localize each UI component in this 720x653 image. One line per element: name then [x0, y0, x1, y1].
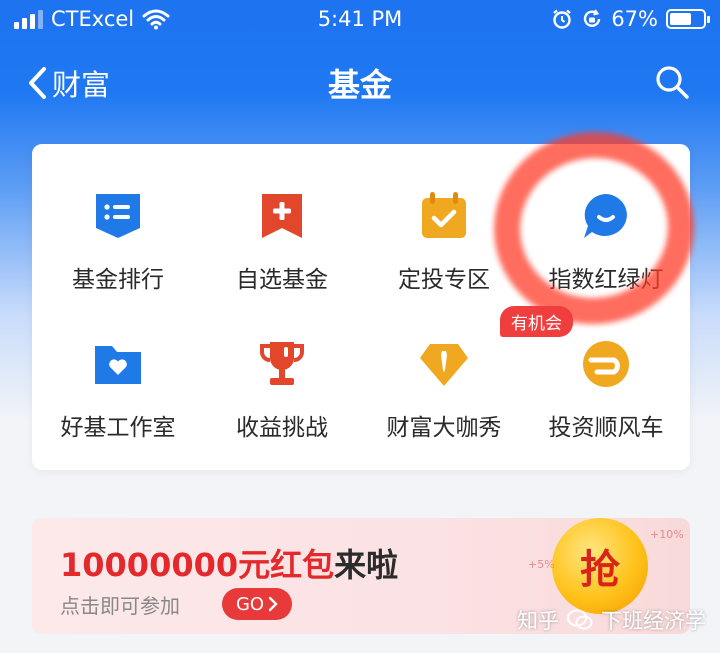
grid-item-label: 基金排行 — [72, 267, 164, 293]
coin-label: 抢 — [580, 547, 620, 593]
search-icon[interactable] — [654, 64, 690, 100]
grid-item-label: 自选基金 — [236, 267, 328, 293]
grid-item-label: 指数红绿灯 — [548, 267, 664, 293]
grid-item-watchlist[interactable]: 自选基金 — [200, 144, 364, 294]
battery-icon — [666, 9, 710, 29]
calendar-check-icon — [422, 192, 466, 238]
diamond-tie-icon — [420, 344, 468, 386]
battery-level — [670, 13, 692, 25]
rotation-lock-icon — [584, 9, 601, 27]
grid-item-index-traffic-light[interactable]: 指数红绿灯 — [524, 144, 688, 294]
folder-heart-icon — [95, 346, 141, 384]
watermark-site: 知乎 — [517, 609, 559, 633]
alarm-icon — [553, 9, 572, 29]
battery-percent: 67% — [611, 7, 658, 31]
banner-title-suffix: 来啦 — [334, 546, 399, 584]
wechat-icon — [567, 609, 593, 630]
banner-title-amount: 10000000元红包 — [60, 546, 335, 584]
go-button[interactable]: GO — [222, 588, 292, 620]
grid-item-label: 财富大咖秀 — [386, 415, 502, 441]
ranking-list-icon — [96, 194, 140, 238]
opportunity-badge: 有机会 — [500, 306, 573, 337]
trophy-icon — [260, 342, 304, 385]
grab-coin-icon[interactable]: 抢 — [552, 518, 648, 614]
status-right-group: 67% — [551, 7, 710, 31]
status-bar: CTExcel 5:41 PM 67% — [0, 0, 720, 40]
grid-item-return-challenge[interactable]: 收益挑战 — [200, 294, 364, 444]
bookmark-plus-icon — [262, 194, 302, 238]
banner-title: 10000000元红包来啦 — [60, 540, 398, 586]
grid-item-label: 收益挑战 — [236, 415, 328, 441]
pct-tag-left: +5% — [528, 558, 555, 571]
watermark: 知乎 下班经济学 — [517, 605, 706, 635]
grid-item-label: 定投专区 — [398, 267, 490, 293]
nav-bar: 财富 基金 — [0, 48, 720, 118]
feature-grid-card: 基金排行 自选基金 定投专区 指数红绿灯 好基工作室 收益挑战 财富大咖秀 投资… — [32, 144, 690, 470]
chat-smile-icon — [584, 194, 627, 238]
banner-subtitle: 点击即可参加 — [60, 594, 180, 618]
grid-item-label: 投资顺风车 — [548, 415, 664, 441]
grid-item-label: 好基工作室 — [60, 415, 176, 441]
grid-item-auto-invest[interactable]: 定投专区 — [362, 144, 526, 294]
page-title: 基金 — [327, 66, 392, 104]
go-label: GO — [235, 593, 265, 615]
car-icon — [583, 341, 629, 387]
pct-tag-top: +10% — [650, 528, 684, 541]
grid-item-fund-studio[interactable]: 好基工作室 — [36, 294, 200, 444]
chevron-right-icon — [268, 596, 278, 612]
grid-item-fund-ranking[interactable]: 基金排行 — [36, 144, 200, 294]
watermark-author: 下班经济学 — [601, 609, 706, 633]
